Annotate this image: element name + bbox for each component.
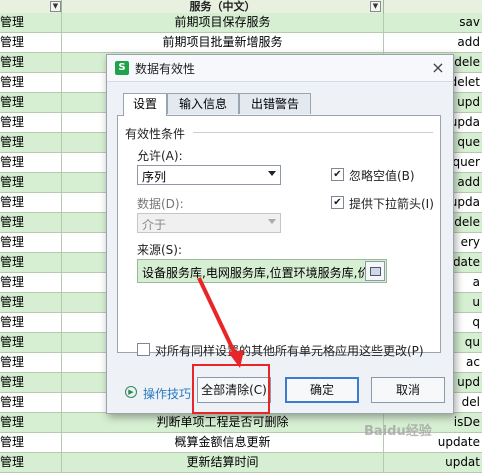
table-cell[interactable]: 管理 (0, 393, 62, 412)
tab-settings[interactable]: 设置 (123, 93, 167, 116)
cancel-button[interactable]: 取消 (371, 377, 445, 403)
table-cell[interactable]: 管理 (0, 273, 62, 292)
data-label: 数据(D): (137, 197, 184, 211)
section-divider (193, 132, 433, 133)
source-input[interactable]: 设备服务库,电网服务库,位置环境服务库,价 (137, 259, 387, 283)
source-input-value: 设备服务库,电网服务库,位置环境服务库,价 (142, 266, 366, 280)
data-validation-dialog: S 数据有效性 × 设置 输入信息 出错警告 有效性条件 允许(A): 序列 数… (106, 54, 454, 414)
table-cell[interactable]: 管理 (0, 133, 62, 152)
table-cell[interactable]: 管理 (0, 33, 62, 52)
dropdown-arrow-icon (268, 219, 276, 224)
dialog-title: 数据有效性 (135, 62, 196, 76)
tips-link[interactable]: 操作技巧 (143, 385, 191, 402)
allow-select[interactable]: 序列 (137, 165, 281, 185)
table-cell[interactable]: 管理 (0, 373, 62, 392)
table-row[interactable]: 管理 前期项目保存服务 sav (0, 13, 482, 33)
table-cell[interactable]: 管理 (0, 233, 62, 252)
dropdown-arrow-label[interactable]: 提供下拉箭头(I) (349, 195, 434, 212)
watermark: Baidu经验 (364, 424, 432, 439)
column-header-c[interactable] (384, 0, 482, 13)
table-cell[interactable]: 管理 (0, 453, 62, 472)
source-label: 来源(S): (137, 243, 183, 257)
data-select-value: 介于 (142, 218, 167, 232)
close-icon[interactable]: × (429, 59, 447, 77)
allow-label: 允许(A): (137, 149, 183, 163)
table-cell[interactable]: 管理 (0, 113, 62, 132)
validation-criteria-heading: 有效性条件 (125, 127, 186, 141)
filter-icon[interactable]: ▼ (50, 1, 61, 12)
range-select-button[interactable] (365, 261, 385, 281)
dropdown-arrow-checkbox[interactable]: ✔ (331, 196, 344, 209)
table-row[interactable]: 管理 前期项目批量新增服务 add (0, 33, 482, 53)
table-cell[interactable]: 管理 (0, 313, 62, 332)
table-cell[interactable]: 管理 (0, 13, 62, 32)
table-cell[interactable]: 管理 (0, 213, 62, 232)
table-cell[interactable]: 管理 (0, 153, 62, 172)
table-cell[interactable]: add (384, 33, 482, 52)
tips-play-icon[interactable]: ▶ (125, 386, 137, 398)
range-select-icon (370, 267, 381, 276)
allow-select-value: 序列 (142, 170, 167, 184)
table-cell[interactable]: 管理 (0, 93, 62, 112)
table-cell[interactable]: sav (384, 13, 482, 32)
app-logo-icon: S (115, 61, 129, 75)
ok-button[interactable]: 确定 (285, 377, 359, 403)
dropdown-arrow-icon (268, 171, 276, 176)
table-cell[interactable]: 管理 (0, 333, 62, 352)
table-cell[interactable]: 管理 (0, 73, 62, 92)
checkbox-check-icon: ✔ (333, 169, 342, 180)
column-header-service[interactable]: 服务（中文） (62, 0, 384, 13)
tab-error-alert[interactable]: 出错警告 (239, 93, 311, 114)
dialog-titlebar[interactable]: S 数据有效性 × (107, 55, 453, 82)
table-cell[interactable]: 概算金额信息更新 (62, 433, 384, 452)
apply-all-checkbox[interactable] (137, 343, 150, 356)
data-select: 介于 (137, 213, 281, 233)
table-cell[interactable]: 管理 (0, 173, 62, 192)
table-cell[interactable]: 管理 (0, 353, 62, 372)
table-cell[interactable]: 管理 (0, 53, 62, 72)
table-cell[interactable]: 管理 (0, 193, 62, 212)
checkbox-check-icon: ✔ (333, 197, 342, 208)
column-header-row: ▼ 服务（中文） ▼ (0, 0, 482, 14)
table-cell[interactable]: 前期项目批量新增服务 (62, 33, 384, 52)
table-cell[interactable]: 管理 (0, 293, 62, 312)
table-cell[interactable]: updat (384, 453, 482, 472)
table-cell[interactable]: 管理 (0, 433, 62, 452)
table-cell[interactable]: 管理 (0, 253, 62, 272)
annotation-highlight-box (192, 364, 270, 414)
table-cell[interactable]: 更新结算时间 (62, 453, 384, 472)
ignore-blank-checkbox[interactable]: ✔ (331, 168, 344, 181)
table-cell[interactable]: 前期项目保存服务 (62, 13, 384, 32)
table-cell[interactable]: 判断单项工程是否可删除 (62, 413, 384, 432)
ignore-blank-label[interactable]: 忽略空值(B) (349, 167, 415, 184)
filter-icon[interactable]: ▼ (370, 1, 381, 12)
apply-all-label[interactable]: 对所有同样设置的其他所有单元格应用这些更改(P) (155, 342, 424, 359)
table-cell[interactable]: 管理 (0, 413, 62, 432)
table-row[interactable]: 管理 更新结算时间 updat (0, 453, 482, 473)
tab-input-message[interactable]: 输入信息 (167, 93, 239, 114)
